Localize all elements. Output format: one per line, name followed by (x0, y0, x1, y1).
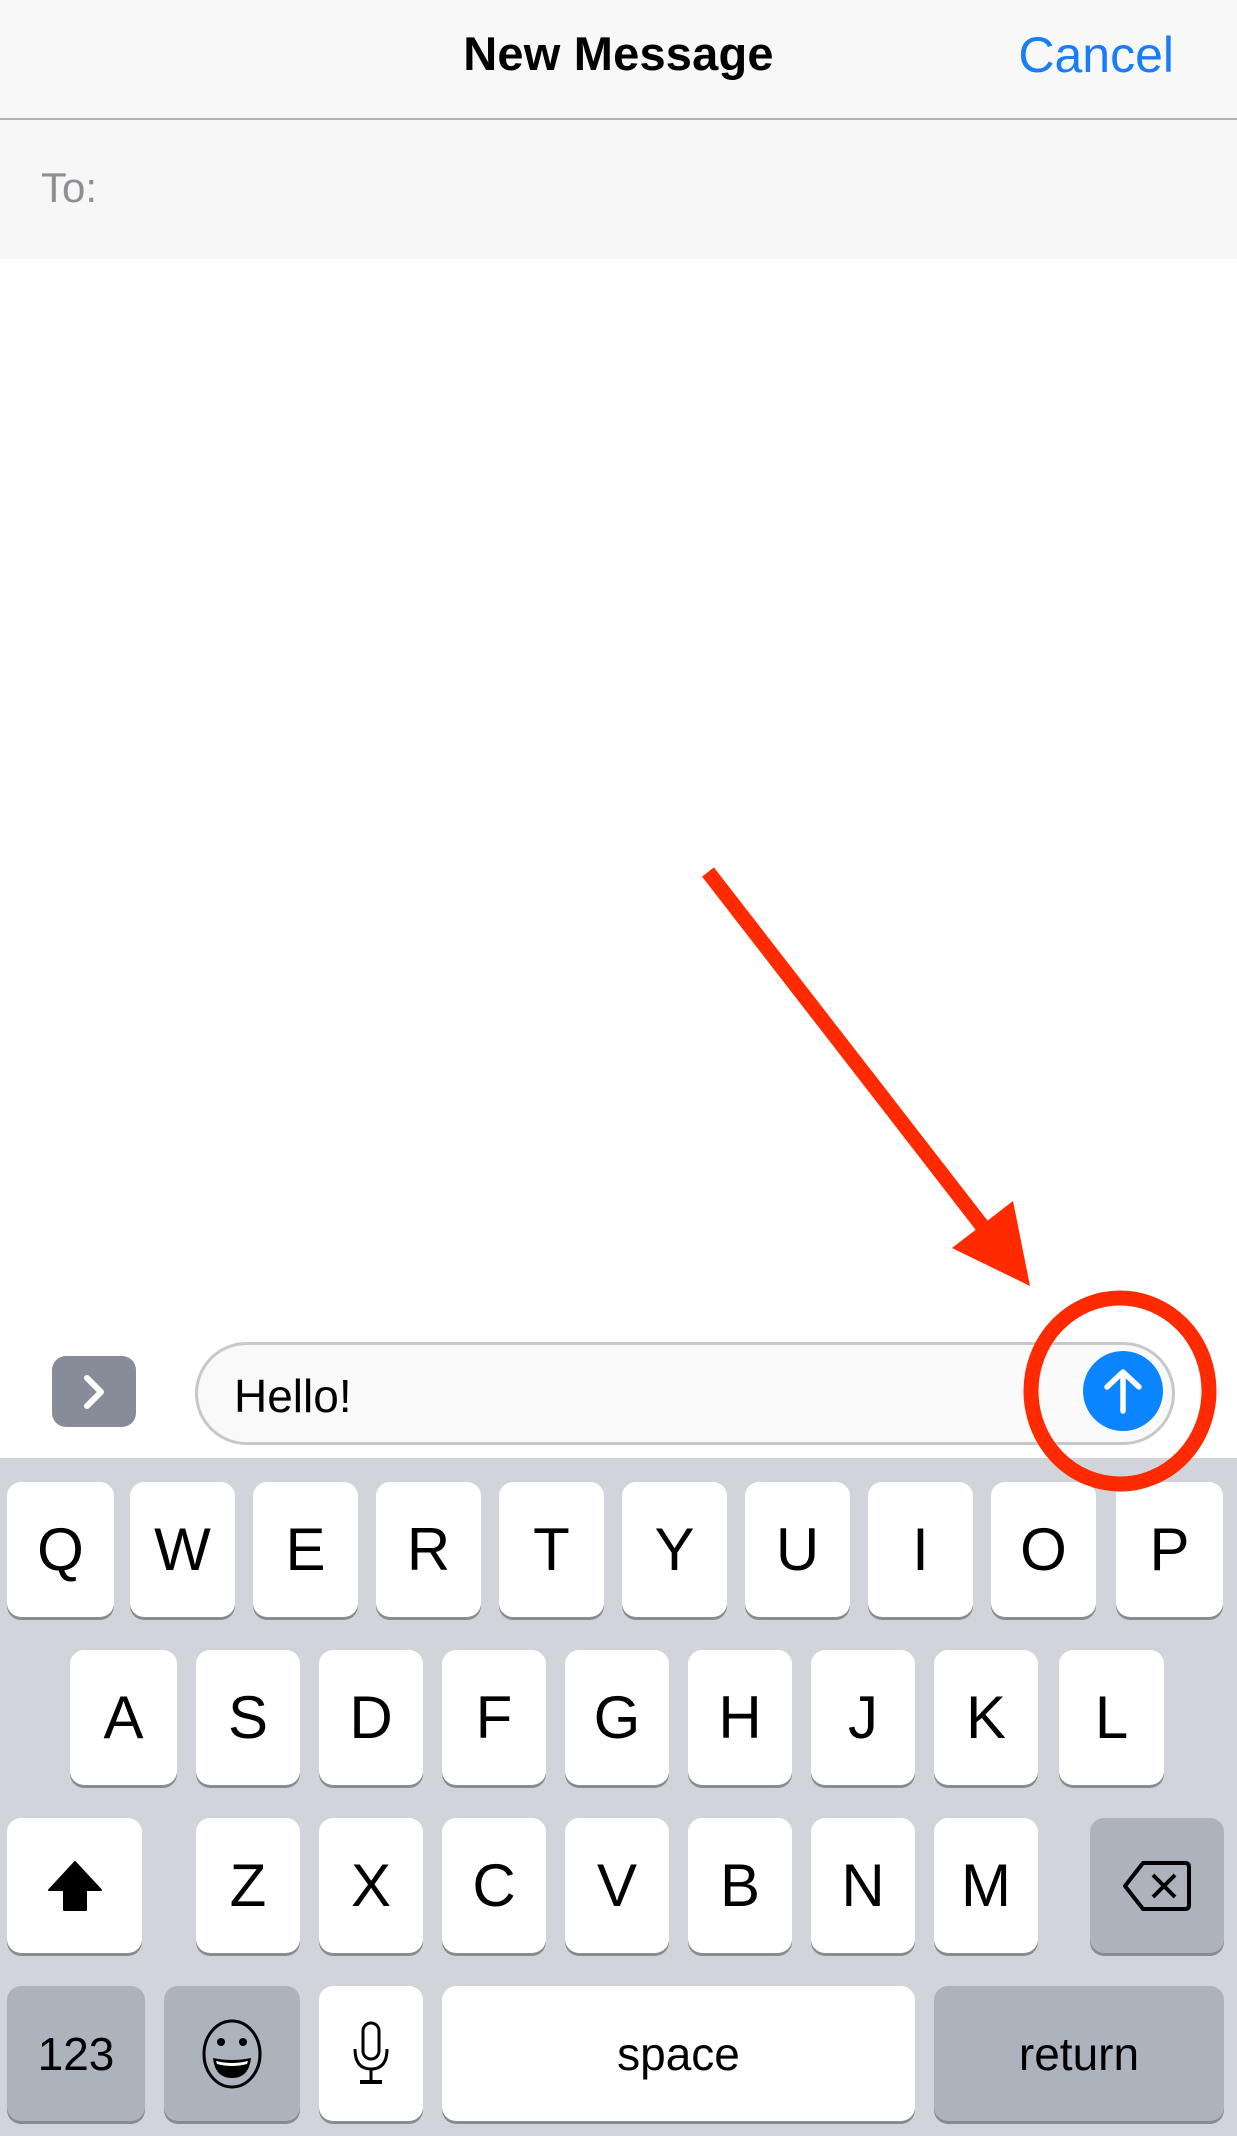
chevron-right-icon (84, 1374, 104, 1409)
key-g[interactable]: G (565, 1650, 669, 1785)
dictation-key[interactable] (319, 1986, 423, 2121)
to-label: To: (41, 164, 98, 211)
key-d[interactable]: D (319, 1650, 423, 1785)
key-f[interactable]: F (442, 1650, 546, 1785)
key-p[interactable]: P (1116, 1482, 1223, 1617)
key-r[interactable]: R (376, 1482, 481, 1617)
microphone-icon (353, 2021, 389, 2084)
key-k[interactable]: K (934, 1650, 1038, 1785)
key-t[interactable]: T (499, 1482, 604, 1617)
key-s[interactable]: S (196, 1650, 300, 1785)
emoji-icon (202, 2019, 262, 2088)
key-h[interactable]: H (688, 1650, 792, 1785)
delete-key[interactable] (1090, 1818, 1224, 1953)
key-q[interactable]: Q (7, 1482, 114, 1617)
conversation-area (0, 259, 1237, 1329)
key-n[interactable]: N (811, 1818, 915, 1953)
key-z[interactable]: Z (196, 1818, 300, 1953)
key-l[interactable]: L (1059, 1650, 1164, 1785)
key-x[interactable]: X (319, 1818, 423, 1953)
shift-icon (47, 1860, 102, 1911)
key-a[interactable]: A (70, 1650, 177, 1785)
numbers-key[interactable]: 123 (7, 1986, 145, 2121)
recipient-row: To: (0, 120, 1237, 259)
arrow-up-icon (1104, 1369, 1142, 1414)
key-m[interactable]: M (934, 1818, 1038, 1953)
key-b[interactable]: B (688, 1818, 792, 1953)
key-w[interactable]: W (130, 1482, 235, 1617)
shift-key[interactable] (7, 1818, 142, 1953)
key-j[interactable]: J (811, 1650, 915, 1785)
apps-toggle-button[interactable] (52, 1356, 136, 1427)
return-key[interactable]: return (934, 1986, 1224, 2121)
recipient-input[interactable] (120, 150, 1197, 232)
key-i[interactable]: I (868, 1482, 973, 1617)
delete-backspace-icon (1123, 1860, 1191, 1911)
message-input[interactable]: Hello! (195, 1342, 1175, 1445)
key-v[interactable]: V (565, 1818, 669, 1953)
key-u[interactable]: U (745, 1482, 850, 1617)
keyboard: Q W E R T Y U I O P A S D F G H J K L Z … (0, 1458, 1237, 2136)
cancel-button[interactable]: Cancel (1018, 26, 1174, 84)
message-text: Hello! (234, 1370, 352, 1422)
key-c[interactable]: C (442, 1818, 546, 1953)
emoji-key[interactable] (164, 1986, 300, 2121)
send-button[interactable] (1083, 1351, 1163, 1431)
key-e[interactable]: E (253, 1482, 358, 1617)
key-o[interactable]: O (991, 1482, 1096, 1617)
key-y[interactable]: Y (622, 1482, 727, 1617)
space-key[interactable]: space (442, 1986, 915, 2121)
navigation-bar: New Message Cancel (0, 0, 1237, 120)
